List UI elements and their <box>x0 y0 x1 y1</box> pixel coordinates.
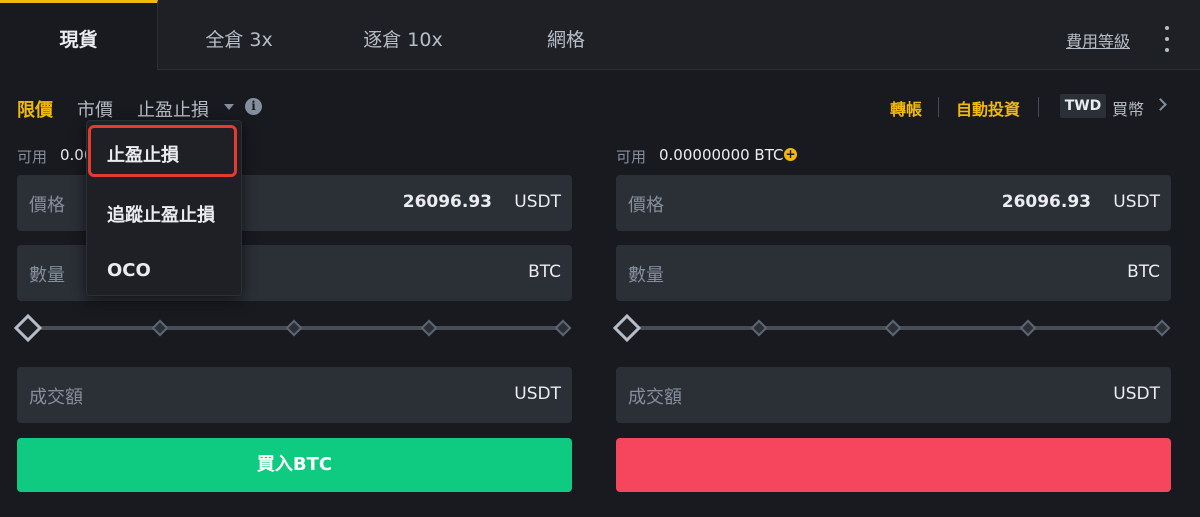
slider-step-25[interactable] <box>151 319 169 337</box>
buy-percent-slider[interactable] <box>13 313 572 343</box>
price-label: 價格 <box>29 195 65 216</box>
slider-step-75[interactable] <box>1019 319 1037 337</box>
slider-step-100[interactable] <box>1153 319 1171 337</box>
auto-invest-link[interactable]: 自動投資 <box>956 96 1020 120</box>
sell-total-field[interactable]: 成交額 USDT <box>616 367 1171 423</box>
total-label: 成交額 <box>628 387 682 408</box>
buy-crypto-link[interactable]: 買幣 <box>1112 96 1144 120</box>
price-value[interactable]: 26096.93 <box>1002 192 1091 212</box>
fee-level-link[interactable]: 費用等級 <box>1066 28 1130 52</box>
tab-grid[interactable]: 網格 <box>520 0 612 70</box>
divider <box>1038 97 1039 117</box>
amount-unit: BTC <box>1127 262 1160 282</box>
tab-cross-margin[interactable]: 全倉 3x <box>178 0 300 70</box>
tab-spot[interactable]: 現貨 <box>0 0 158 70</box>
sell-btc-button[interactable] <box>616 438 1171 492</box>
total-unit: USDT <box>1113 384 1160 404</box>
total-label: 成交額 <box>29 387 83 408</box>
buy-btc-button[interactable]: 買入BTC <box>17 438 572 492</box>
dropdown-item-oco[interactable]: OCO <box>107 260 151 281</box>
transfer-link[interactable]: 轉帳 <box>890 96 922 120</box>
order-type-market[interactable]: 市價 <box>77 96 113 122</box>
slider-step-50[interactable] <box>884 319 902 337</box>
price-unit: USDT <box>514 192 561 212</box>
price-label: 價格 <box>628 195 664 216</box>
order-type-limit[interactable]: 限價 <box>17 96 53 122</box>
slider-handle[interactable] <box>13 313 43 343</box>
dropdown-item-trailing-stop[interactable]: 追蹤止盈止損 <box>107 201 215 227</box>
buy-total-field[interactable]: 成交額 USDT <box>17 367 572 423</box>
sell-percent-slider[interactable] <box>612 313 1171 343</box>
more-vertical-icon[interactable] <box>1160 26 1174 52</box>
price-value[interactable]: 26096.93 <box>403 192 492 212</box>
plus-circle-icon[interactable]: + <box>784 148 797 161</box>
caret-down-icon[interactable] <box>224 104 234 110</box>
buy-available-label: 可用 <box>17 148 48 166</box>
divider <box>938 97 939 117</box>
currency-badge[interactable]: TWD <box>1060 94 1106 118</box>
amount-label: 數量 <box>628 265 664 286</box>
sell-available-value: 0.00000000 BTC <box>659 146 784 164</box>
amount-unit: BTC <box>528 262 561 282</box>
info-icon[interactable]: i <box>245 98 262 115</box>
chevron-right-icon[interactable] <box>1154 98 1167 111</box>
slider-step-100[interactable] <box>554 319 572 337</box>
sell-amount-field[interactable]: 數量 BTC <box>616 245 1171 301</box>
sell-price-field[interactable]: 價格 26096.93 USDT <box>616 175 1171 231</box>
amount-label: 數量 <box>29 265 65 286</box>
price-unit: USDT <box>1113 192 1160 212</box>
tab-isolated-margin[interactable]: 逐倉 10x <box>340 0 466 70</box>
slider-handle[interactable] <box>612 313 642 343</box>
slider-step-50[interactable] <box>285 319 303 337</box>
highlight-annotation <box>88 125 237 177</box>
slider-step-25[interactable] <box>750 319 768 337</box>
trade-mode-tabbar: 現貨 全倉 3x 逐倉 10x 網格 費用等級 <box>0 0 1200 70</box>
total-unit: USDT <box>514 384 561 404</box>
sell-available-label: 可用 <box>616 148 647 166</box>
order-type-stop-limit[interactable]: 止盈止損 <box>137 96 209 122</box>
slider-step-75[interactable] <box>420 319 438 337</box>
